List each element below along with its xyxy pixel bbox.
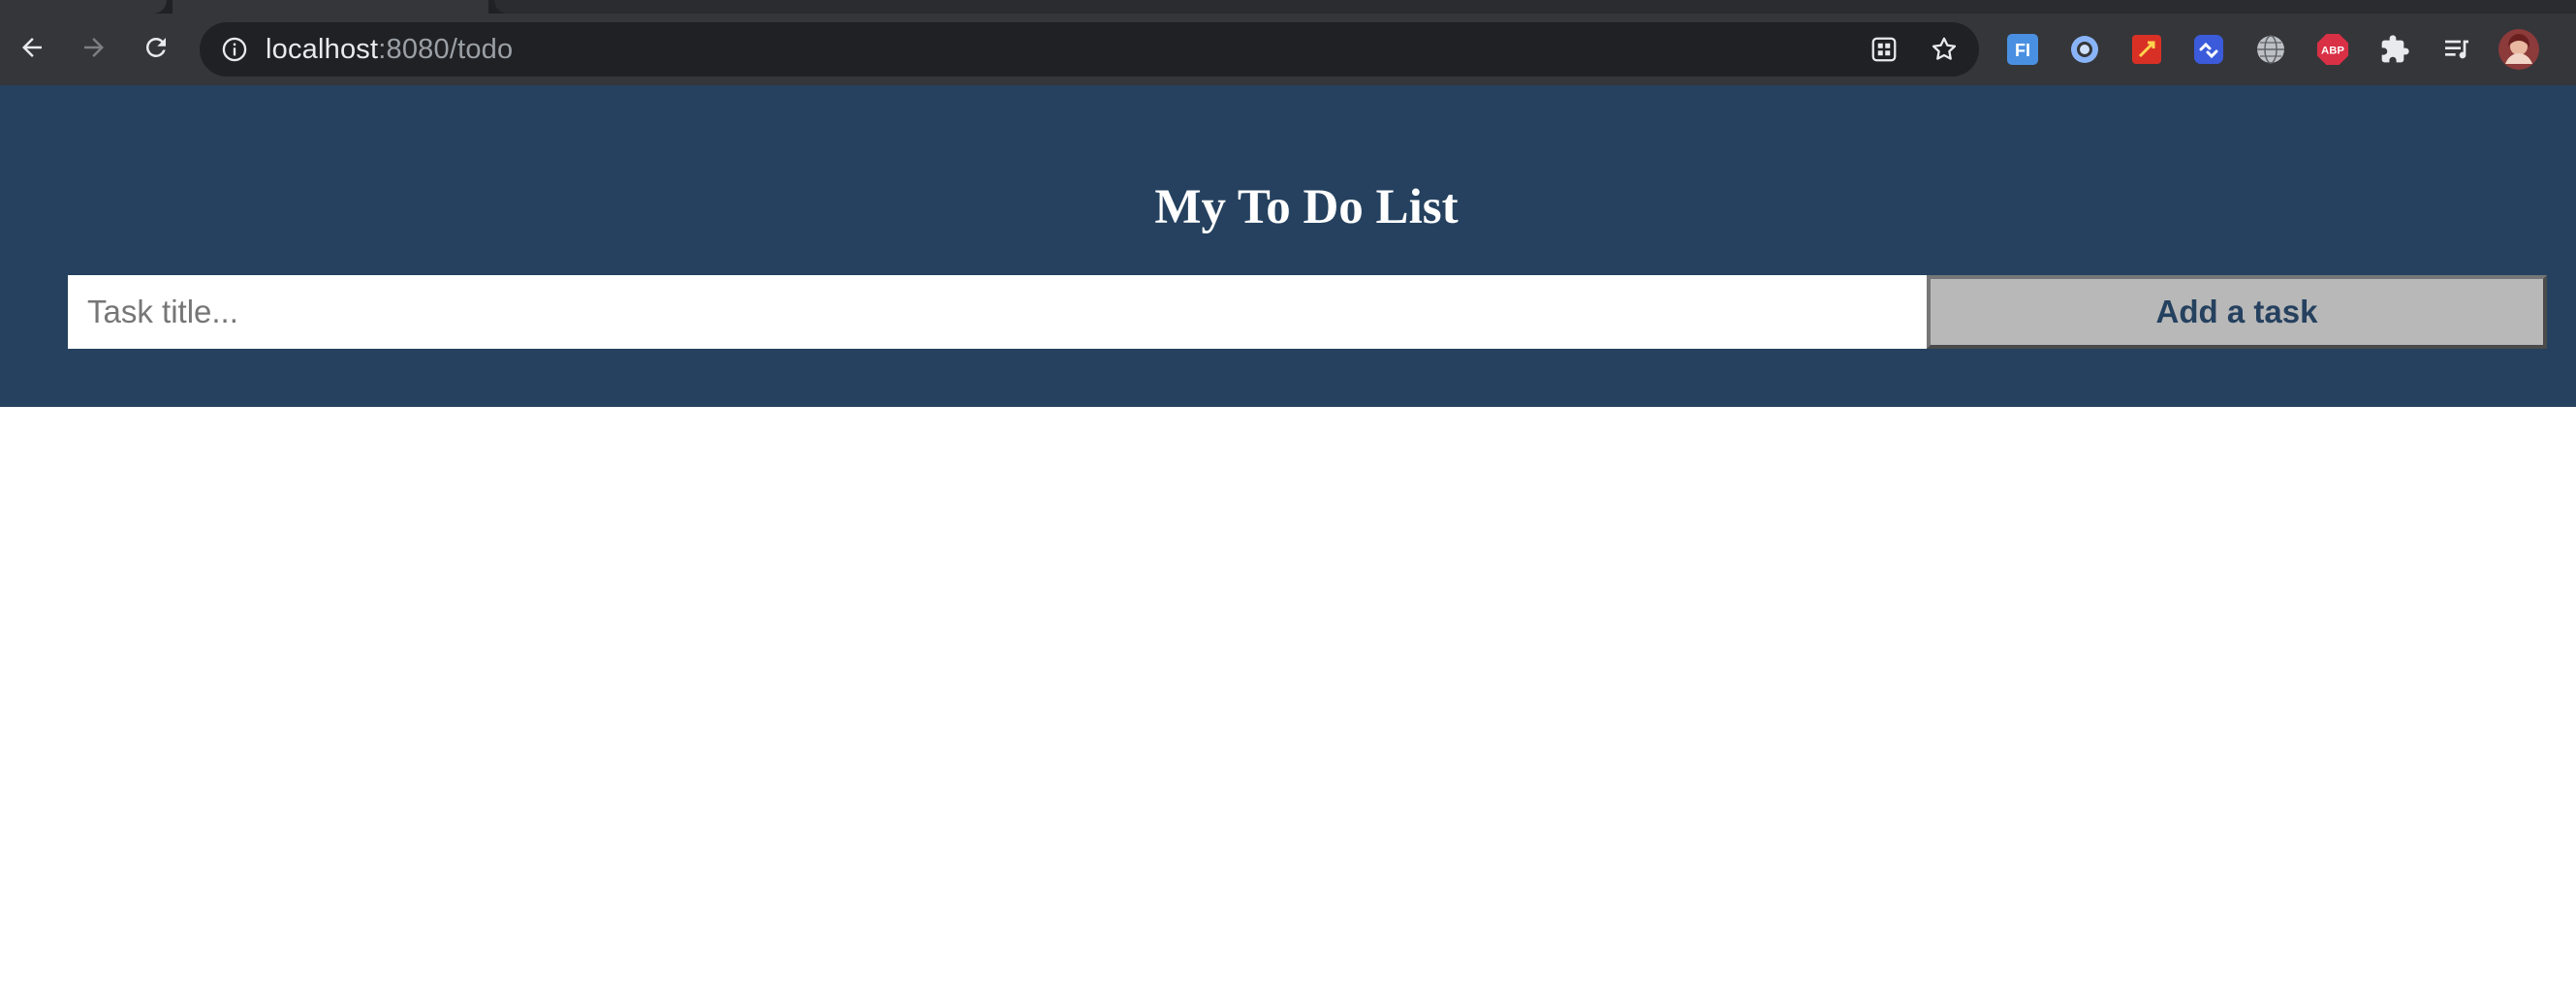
browser-toolbar: localhost:8080/todo FI ABP — [0, 14, 2576, 85]
task-list — [0, 407, 2576, 994]
forward-arrow-icon — [79, 33, 109, 67]
puzzle-extensions-icon[interactable] — [2378, 33, 2411, 66]
page-title: My To Do List — [1154, 180, 1459, 234]
info-icon[interactable] — [221, 36, 248, 63]
fi-extension-icon[interactable]: FI — [2006, 33, 2039, 66]
reload-icon — [141, 33, 171, 67]
blue-link-extension-icon[interactable] — [2192, 33, 2225, 66]
url-path: :8080/todo — [378, 34, 514, 65]
tab-strip — [0, 0, 2576, 14]
red-square-extension-icon[interactable] — [2130, 33, 2163, 66]
qr-code-icon[interactable] — [1869, 34, 1900, 65]
svg-text:ABP: ABP — [2321, 46, 2344, 57]
browser-tab[interactable] — [0, 0, 167, 14]
globe-extension-icon[interactable] — [2254, 33, 2287, 66]
svg-text:FI: FI — [2015, 41, 2030, 60]
browser-tab[interactable] — [494, 0, 2576, 14]
task-title-input[interactable] — [68, 275, 1927, 349]
url-host: localhost — [266, 34, 379, 65]
profile-avatar[interactable] — [2498, 29, 2539, 70]
address-bar[interactable]: localhost:8080/todo — [200, 22, 1979, 77]
back-button[interactable] — [10, 27, 54, 72]
back-arrow-icon — [17, 33, 47, 67]
add-task-button[interactable]: Add a task — [1927, 275, 2547, 349]
browser-tab-active[interactable] — [173, 0, 488, 14]
url-text[interactable]: localhost:8080/todo — [266, 22, 513, 77]
circle-extension-icon[interactable] — [2068, 33, 2101, 66]
adblock-plus-icon[interactable]: ABP — [2316, 33, 2349, 66]
app-header: My To Do List Add a task — [0, 85, 2576, 407]
reload-button[interactable] — [134, 27, 178, 72]
forward-button[interactable] — [72, 27, 116, 72]
reading-list-icon[interactable] — [2440, 33, 2473, 66]
bookmark-star-icon[interactable] — [1929, 34, 1960, 65]
